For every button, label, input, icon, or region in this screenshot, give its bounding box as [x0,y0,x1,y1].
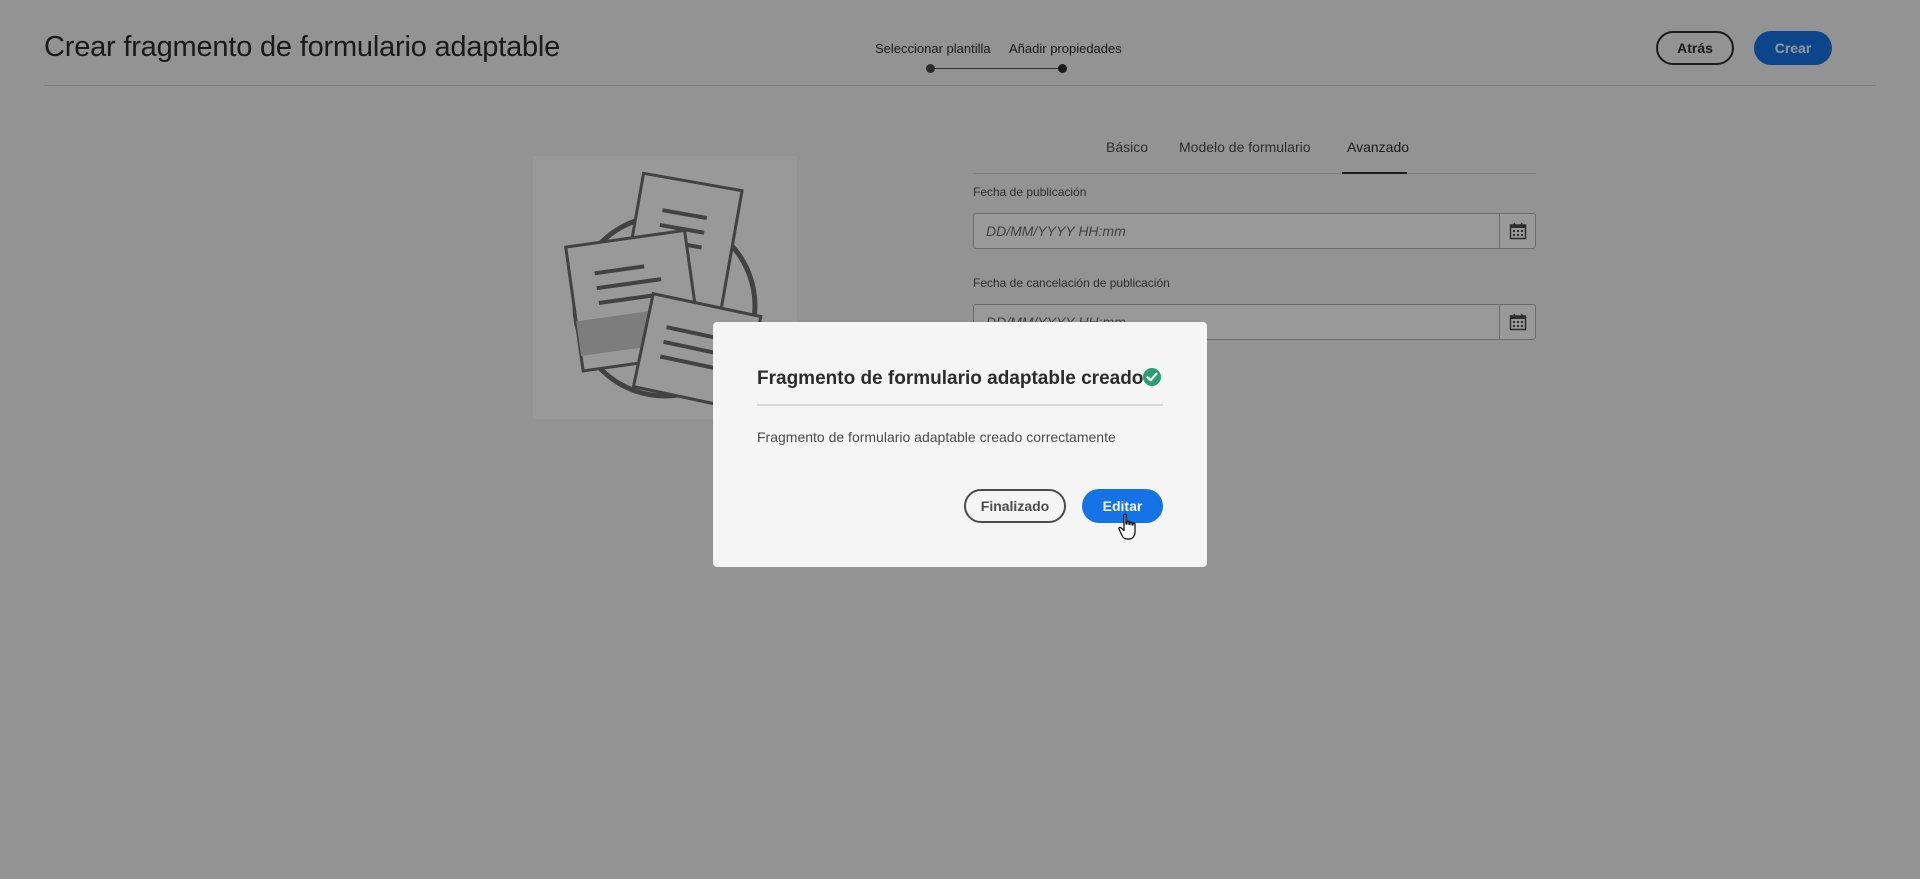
dialog-title: Fragmento de formulario adaptable creado [757,368,1144,389]
done-button[interactable]: Finalizado [964,489,1066,523]
dialog-divider [757,404,1163,406]
create-fragment-page: Crear fragmento de formulario adaptable … [0,0,1920,879]
hand-pointer-cursor-icon [1118,513,1136,540]
dialog-message: Fragmento de formulario adaptable creado… [757,429,1116,445]
check-circle-icon [1143,368,1161,386]
